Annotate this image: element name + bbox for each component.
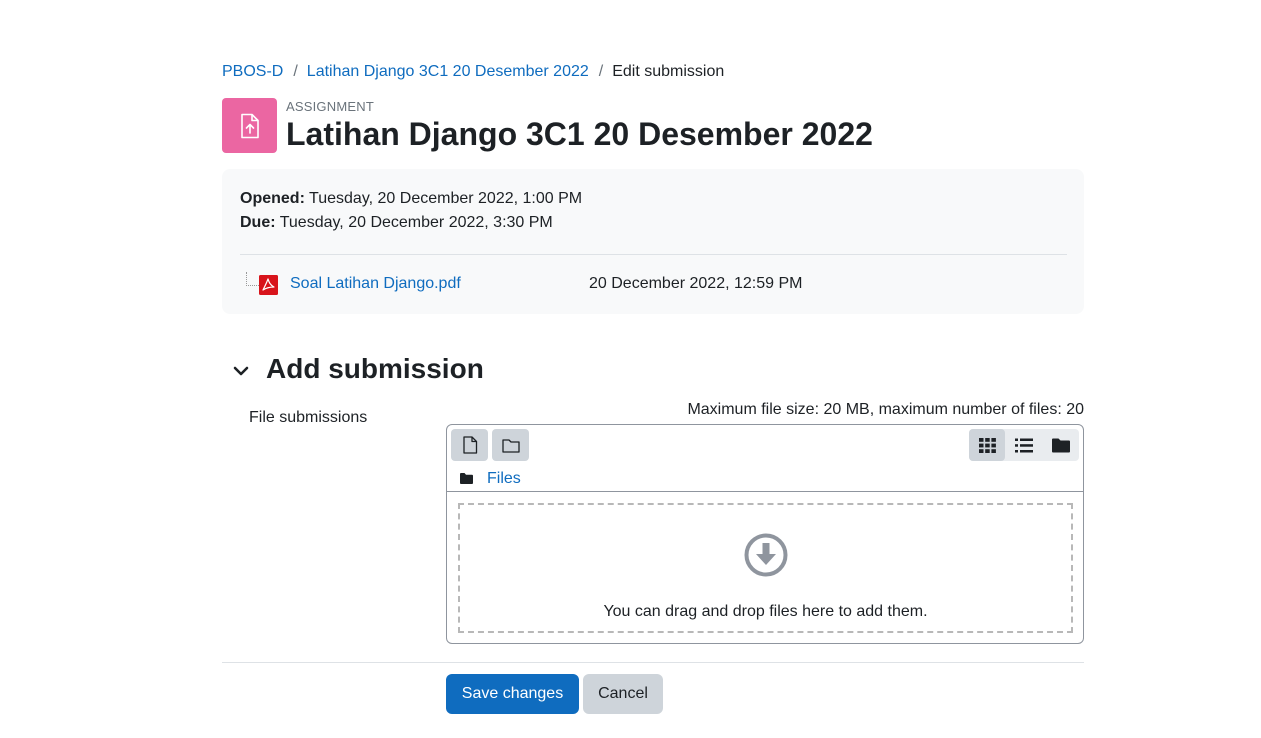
- create-folder-button[interactable]: [492, 429, 529, 461]
- folder-outline-icon: [501, 438, 520, 453]
- view-list-button[interactable]: [1006, 429, 1042, 461]
- file-dropzone[interactable]: You can drag and drop files here to add …: [458, 503, 1073, 633]
- activity-type-label: ASSIGNMENT: [286, 99, 374, 114]
- divider: [222, 662, 1084, 663]
- file-submissions-label: File submissions: [249, 409, 368, 426]
- folder-icon: [460, 473, 473, 484]
- tree-connector: [246, 272, 259, 286]
- pdf-icon: [259, 275, 278, 295]
- attachment-link[interactable]: Soal Latihan Django.pdf: [290, 274, 461, 294]
- breadcrumb-separator: /: [293, 63, 298, 80]
- file-manager: Files You can drag and drop files here t…: [446, 424, 1084, 644]
- view-tree-button[interactable]: [1043, 429, 1079, 461]
- assignment-upload-icon: [222, 98, 277, 153]
- breadcrumb: PBOS-D / Latihan Django 3C1 20 Desember 20…: [222, 62, 724, 82]
- chevron-down-icon[interactable]: [232, 362, 250, 380]
- file-upload-icon: [240, 113, 259, 138]
- due-value: Tuesday, 20 December 2022, 3:30 PM: [279, 214, 553, 231]
- save-changes-button[interactable]: Save changes: [446, 674, 579, 714]
- view-icons-button[interactable]: [969, 429, 1005, 461]
- add-file-button[interactable]: [451, 429, 488, 461]
- cancel-button[interactable]: Cancel: [583, 674, 663, 714]
- folder-icon: [1052, 438, 1070, 452]
- file-icon: [462, 436, 477, 454]
- opened-date: Opened: Tuesday, 20 December 2022, 1:00 …: [240, 189, 582, 209]
- breadcrumb-current: Edit submission: [612, 63, 725, 80]
- due-label: Due:: [240, 214, 276, 231]
- opened-value: Tuesday, 20 December 2022, 1:00 PM: [309, 190, 583, 207]
- download-circle-icon: [744, 533, 788, 577]
- activity-dates-panel: Opened: Tuesday, 20 December 2022, 1:00 …: [222, 169, 1084, 314]
- upload-limits-info: Maximum file size: 20 MB, maximum number…: [687, 401, 1084, 418]
- breadcrumb-separator: /: [598, 63, 604, 80]
- files-path-link[interactable]: Files: [487, 469, 521, 489]
- dropzone-text: You can drag and drop files here to add …: [603, 603, 928, 620]
- breadcrumb-course-link[interactable]: PBOS-D: [222, 63, 283, 80]
- divider: [447, 491, 1083, 492]
- page: PBOS-D / Latihan Django 3C1 20 Desember 20…: [222, 0, 1084, 738]
- list-icon: [1015, 438, 1033, 452]
- view-switcher: [969, 429, 1079, 461]
- attachment-date: 20 December 2022, 12:59 PM: [589, 275, 803, 292]
- opened-label: Opened:: [240, 190, 305, 207]
- breadcrumb-assignment-link[interactable]: Latihan Django 3C1 20 Desember 2022: [307, 63, 589, 80]
- due-date: Due: Tuesday, 20 December 2022, 3:30 PM: [240, 213, 553, 233]
- page-title: Latihan Django 3C1 20 Desember 2022: [286, 116, 873, 152]
- grid-icon: [978, 437, 996, 453]
- section-title[interactable]: Add submission: [266, 352, 484, 386]
- divider: [240, 254, 1067, 255]
